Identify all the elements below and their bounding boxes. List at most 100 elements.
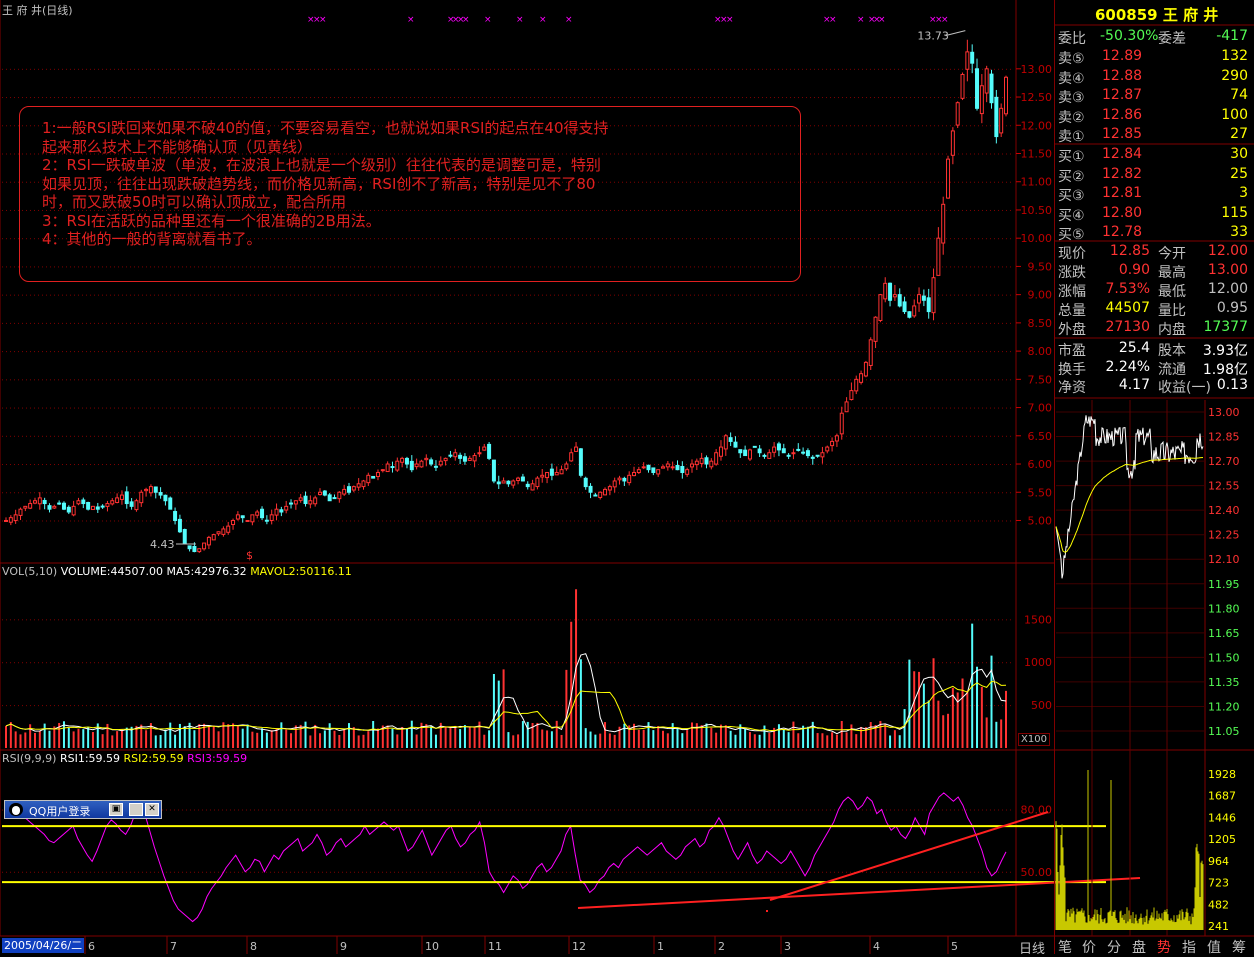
gridline-dot bbox=[946, 69, 947, 70]
candle-body bbox=[937, 238, 940, 275]
gridline-dot bbox=[714, 492, 715, 493]
gridline-dot bbox=[282, 295, 283, 296]
gridline-dot bbox=[186, 97, 187, 98]
candle-body bbox=[265, 520, 268, 521]
gridline-dot bbox=[806, 436, 807, 437]
candle-body bbox=[478, 453, 481, 454]
gridline-dot bbox=[130, 295, 131, 296]
gridline-dot bbox=[194, 520, 195, 521]
gridline-dot bbox=[270, 492, 271, 493]
price-tick-label: 12.00 bbox=[1021, 119, 1053, 132]
candle-body bbox=[420, 461, 423, 467]
gridline-dot bbox=[410, 436, 411, 437]
gridline-dot bbox=[870, 266, 871, 267]
gridline-dot bbox=[490, 69, 491, 70]
gridline-dot bbox=[434, 492, 435, 493]
gridline-dot bbox=[446, 295, 447, 296]
gridline-dot bbox=[498, 351, 499, 352]
gridline-dot bbox=[78, 436, 79, 437]
gridline-dot bbox=[846, 351, 847, 352]
gridline-dot bbox=[846, 154, 847, 155]
gridline-dot bbox=[822, 295, 823, 296]
gridline-dot bbox=[942, 436, 943, 437]
gridline-dot bbox=[598, 619, 599, 620]
gridline-dot bbox=[306, 69, 307, 70]
gridline-dot bbox=[186, 520, 187, 521]
gridline-dot bbox=[898, 492, 899, 493]
gridline-dot bbox=[946, 351, 947, 352]
gridline-dot bbox=[138, 520, 139, 521]
gridline-dot bbox=[74, 436, 75, 437]
gridline-dot bbox=[606, 436, 607, 437]
gridline-dot bbox=[414, 323, 415, 324]
gridline-dot bbox=[898, 408, 899, 409]
gridline-dot bbox=[114, 408, 115, 409]
gridline-dot bbox=[878, 182, 879, 183]
gridline-dot bbox=[970, 323, 971, 324]
gridline-dot bbox=[610, 464, 611, 465]
gridline-dot bbox=[618, 379, 619, 380]
gridline-dot bbox=[894, 436, 895, 437]
gridline-dot bbox=[934, 238, 935, 239]
gridline-dot bbox=[74, 619, 75, 620]
gridline-dot bbox=[338, 323, 339, 324]
gridline-dot bbox=[598, 351, 599, 352]
gridline-dot bbox=[890, 492, 891, 493]
gridline-dot bbox=[782, 69, 783, 70]
gridline-dot bbox=[454, 295, 455, 296]
gridline-dot bbox=[278, 69, 279, 70]
gridline-dot bbox=[962, 520, 963, 521]
gridline-dot bbox=[934, 323, 935, 324]
gridline-dot bbox=[274, 520, 275, 521]
gridline-dot bbox=[974, 238, 975, 239]
gridline-dot bbox=[758, 323, 759, 324]
gridline-dot bbox=[6, 97, 7, 98]
gridline-dot bbox=[766, 323, 767, 324]
gridline-dot bbox=[986, 379, 987, 380]
gridline-dot bbox=[78, 69, 79, 70]
gridline-dot bbox=[34, 351, 35, 352]
gridline-dot bbox=[62, 351, 63, 352]
gridline-dot bbox=[686, 408, 687, 409]
gridline-dot bbox=[962, 492, 963, 493]
gridline-dot bbox=[14, 210, 15, 211]
gridline-dot bbox=[390, 69, 391, 70]
gridline-dot bbox=[442, 379, 443, 380]
gridline-dot bbox=[666, 97, 667, 98]
candle-body bbox=[135, 501, 138, 510]
gridline-dot bbox=[774, 351, 775, 352]
gridline-dot bbox=[206, 295, 207, 296]
gridline-dot bbox=[330, 69, 331, 70]
gridline-dot bbox=[454, 379, 455, 380]
gridline-dot bbox=[806, 125, 807, 126]
gridline-dot bbox=[882, 210, 883, 211]
gridline-dot bbox=[918, 125, 919, 126]
gridline-dot bbox=[922, 295, 923, 296]
gridline-dot bbox=[950, 323, 951, 324]
gridline-dot bbox=[218, 295, 219, 296]
gridline-dot bbox=[826, 436, 827, 437]
candle-body bbox=[845, 402, 848, 412]
gridline-dot bbox=[770, 351, 771, 352]
candle-body bbox=[705, 458, 708, 464]
gridline-dot bbox=[6, 210, 7, 211]
gridline-dot bbox=[662, 69, 663, 70]
gridline-dot bbox=[594, 295, 595, 296]
gridline-dot bbox=[442, 408, 443, 409]
gridline-dot bbox=[530, 69, 531, 70]
gridline-dot bbox=[474, 492, 475, 493]
gridline-dot bbox=[186, 619, 187, 620]
gridline-dot bbox=[546, 464, 547, 465]
gridline-dot bbox=[394, 323, 395, 324]
gridline-dot bbox=[302, 436, 303, 437]
gridline-dot bbox=[830, 69, 831, 70]
candle-body bbox=[347, 487, 350, 493]
gridline-dot bbox=[362, 97, 363, 98]
gridline-dot bbox=[310, 492, 311, 493]
gridline-dot bbox=[942, 97, 943, 98]
gridline-dot bbox=[314, 97, 315, 98]
gridline-dot bbox=[170, 97, 171, 98]
gridline-dot bbox=[46, 408, 47, 409]
gridline-dot bbox=[506, 464, 507, 465]
gridline-dot bbox=[242, 351, 243, 352]
